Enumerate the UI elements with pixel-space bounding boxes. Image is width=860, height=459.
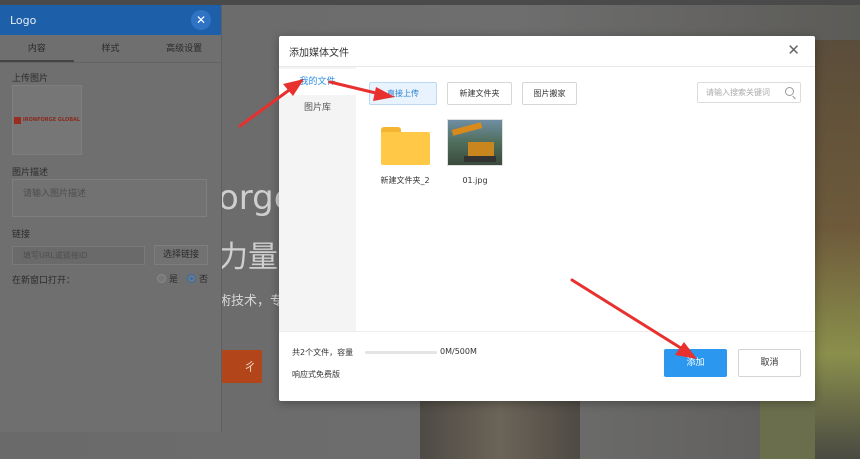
logo-image: IRONFORGE GLOBAL <box>13 116 81 124</box>
background-subtitle: 術技术，专 <box>218 294 284 309</box>
background-worker-image-2 <box>760 400 820 459</box>
dialog-header: 添加媒体文件 ✕ <box>279 36 815 67</box>
panel-tabs: 内容 样式 高级设置 <box>0 35 221 63</box>
radio-yes[interactable] <box>157 274 166 283</box>
tab-style[interactable]: 样式 <box>74 35 148 62</box>
radio-no-label: 否 <box>199 275 209 285</box>
search-placeholder: 请输入搜索关键词 <box>706 88 770 97</box>
link-input[interactable]: 填写URL或链接ID <box>12 246 145 265</box>
search-icon[interactable] <box>785 87 794 96</box>
upload-button[interactable]: 直接上传 <box>369 82 437 105</box>
add-media-dialog: 添加媒体文件 ✕ 我的文件 图片库 直接上传 新建文件夹 图片搬家 请输入搜索关… <box>279 36 815 401</box>
footer-divider <box>279 331 815 332</box>
edition-text: 响应式免费版 <box>292 370 340 379</box>
dialog-title: 添加媒体文件 <box>289 47 349 59</box>
file-item-image[interactable]: 01.jpg <box>445 119 505 185</box>
new-window-label: 在新窗口打开： <box>12 276 76 286</box>
link-label: 链接 <box>12 230 31 240</box>
sidebar-item-my-files[interactable]: 我的文件 <box>279 69 356 95</box>
background-machine-image <box>420 400 580 459</box>
file-name: 01.jpg <box>462 176 488 185</box>
new-window-radio-group: 是 否 <box>157 272 208 285</box>
image-description-field[interactable]: 请输入图片描述 <box>12 179 207 217</box>
tab-advanced[interactable]: 高级设置 <box>147 35 221 62</box>
select-link-button[interactable]: 选择链接 <box>154 245 208 265</box>
radio-yes-label: 是 <box>169 275 179 285</box>
file-count-text: 共2个文件，容量 <box>292 348 354 357</box>
folder-icon <box>380 127 430 165</box>
capacity-text: 0M/500M <box>440 347 477 356</box>
capacity-progress-bar <box>365 351 437 354</box>
radio-no[interactable] <box>187 274 197 283</box>
tab-content[interactable]: 内容 <box>0 35 74 62</box>
close-icon[interactable]: ✕ <box>787 43 800 58</box>
image-thumbnail <box>447 119 503 166</box>
new-folder-button[interactable]: 新建文件夹 <box>447 82 512 105</box>
sidebar-item-image-library[interactable]: 图片库 <box>279 95 356 121</box>
close-icon[interactable]: ✕ <box>191 10 211 30</box>
cancel-button[interactable]: 取消 <box>738 349 801 377</box>
upload-image-label: 上传图片 <box>12 74 49 84</box>
dialog-sidebar: 我的文件 图片库 <box>279 67 356 331</box>
search-input[interactable]: 请输入搜索关键词 <box>697 82 801 103</box>
panel-title: Logo <box>10 13 37 27</box>
logo-upload-box[interactable]: IRONFORGE GLOBAL <box>12 85 82 155</box>
logo-settings-panel: Logo ✕ 内容 样式 高级设置 上传图片 IRONFORGE GLOBAL … <box>0 5 222 432</box>
logo-mark-icon <box>13 116 21 124</box>
move-image-button[interactable]: 图片搬家 <box>522 82 577 105</box>
image-description-label: 图片描述 <box>12 168 49 178</box>
add-button[interactable]: 添加 <box>664 349 727 377</box>
logo-text: IRONFORGE GLOBAL <box>22 117 81 123</box>
file-item-folder[interactable]: 新建文件夹_2 <box>375 119 435 186</box>
background-headline-2: 力量 <box>218 240 278 275</box>
file-name: 新建文件夹_2 <box>380 176 430 185</box>
background-worker-image <box>815 40 860 459</box>
panel-header: Logo ✕ <box>0 5 221 35</box>
